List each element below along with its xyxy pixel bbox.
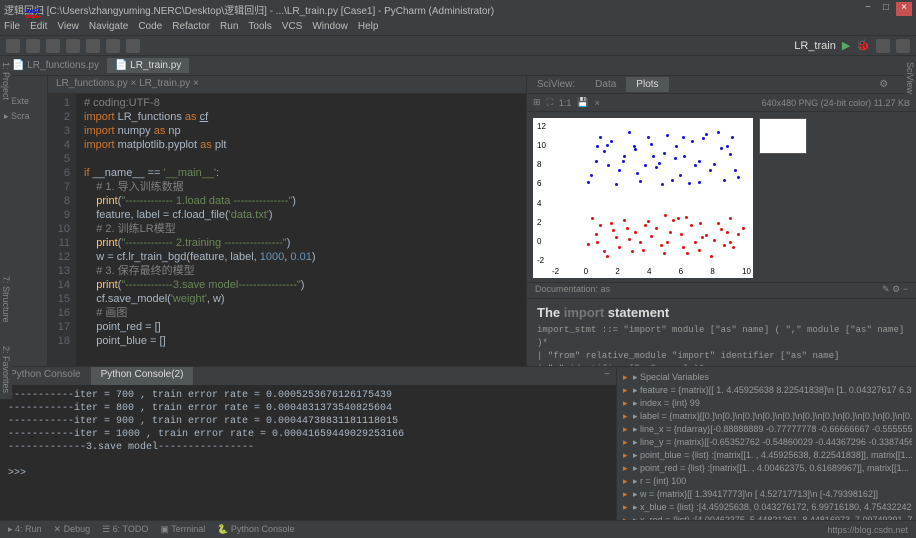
status-item[interactable]: ▣ Terminal: [160, 524, 205, 535]
cut-icon[interactable]: [86, 39, 100, 53]
plot-thumbnail[interactable]: [759, 118, 807, 154]
debug-icon[interactable]: 🐞: [856, 39, 870, 52]
stop-icon[interactable]: [876, 39, 890, 53]
menu-navigate[interactable]: Navigate: [89, 21, 128, 32]
doc-header: Documentation: as ✎ ⚙ −: [527, 282, 916, 298]
status-item[interactable]: 🐍 Python Console: [217, 524, 294, 535]
menu-view[interactable]: View: [57, 21, 79, 32]
favorites-tab[interactable]: 2: Favorites: [0, 340, 12, 399]
documentation-panel: The import statement import_stmt ::= "im…: [527, 298, 916, 366]
minimize-button[interactable]: −: [860, 2, 876, 16]
sciview-tabs: SciView: Data Plots ⚙ −: [527, 76, 916, 94]
redo-icon[interactable]: [66, 39, 80, 53]
sciview-label: SciView:: [527, 77, 585, 92]
hide-icon[interactable]: −: [598, 367, 616, 385]
var-row[interactable]: ▸▸ Special Variables: [621, 371, 912, 384]
maximize-button[interactable]: □: [878, 2, 894, 16]
title-bar: 逻辑回归 [C:\Users\zhangyuming.NERC\Desktop\…: [0, 0, 916, 18]
close-button[interactable]: ×: [896, 2, 912, 16]
breadcrumb: LR_functions.py × LR_train.py ×: [48, 76, 526, 94]
menu-tools[interactable]: Tools: [248, 21, 271, 32]
editor-tab[interactable]: 📄 LR_functions.py: [4, 58, 107, 73]
toolbar: LR_train ▶ 🐞: [0, 36, 916, 56]
menu-vcs[interactable]: VCS: [282, 21, 303, 32]
run-config[interactable]: LR_train: [794, 40, 836, 52]
var-row[interactable]: ▸▸ r = {int} 100: [621, 475, 912, 488]
tab-pyconsole[interactable]: Python Console: [0, 367, 91, 385]
fit-icon[interactable]: ⛶: [547, 97, 553, 108]
undo-icon[interactable]: [46, 39, 60, 53]
sidebar-item[interactable]: ▸ Scra: [2, 109, 45, 124]
status-item[interactable]: ✕ Debug: [54, 524, 91, 535]
menu-file[interactable]: File: [4, 21, 20, 32]
status-item[interactable]: ▸ 4: Run: [8, 524, 42, 535]
console-panel: Python Console Python Console(2) − -----…: [0, 367, 616, 520]
run-icon[interactable]: ▶: [842, 39, 850, 52]
doc-title: The import statement: [537, 305, 906, 320]
var-row[interactable]: ▸▸ x_blue = {list} :[4.45925638, 0.04327…: [621, 501, 912, 514]
plot-info: 640x480 PNG (24-bit color) 11.27 KB: [762, 98, 910, 108]
editor-pane: LR_functions.py × LR_train.py × 12345678…: [48, 76, 526, 366]
hide-icon[interactable]: −: [903, 284, 908, 297]
var-row[interactable]: ▸▸ line_y = {matrix}[[-0.65352762 -0.548…: [621, 436, 912, 449]
menu-bar: File Edit View Navigate Code Refactor Run Tools…: [0, 18, 916, 36]
copy-icon[interactable]: [106, 39, 120, 53]
console-tabs: Python Console Python Console(2) −: [0, 367, 616, 385]
plot-toolbar: ⊞ ⛶ 1:1 💾 × 640x480 PNG (24-bit color) 1…: [527, 94, 916, 112]
project-tool-tab[interactable]: 1: Project: [0, 56, 12, 106]
code-editor[interactable]: 123456789101112131415161718 # coding:UTF…: [48, 94, 526, 366]
paste-icon[interactable]: [126, 39, 140, 53]
structure-tab[interactable]: 7: Structure: [0, 270, 12, 329]
editor-tabs: 📄 LR_functions.py📄 LR_train.py: [0, 56, 916, 76]
tab-data[interactable]: Data: [585, 77, 626, 92]
var-row[interactable]: ▸▸ label = {matrix}[[0.]\n[0.]\n[0.]\n[0…: [621, 410, 912, 423]
grid-icon[interactable]: ⊞: [533, 97, 541, 108]
search-icon[interactable]: [896, 39, 910, 53]
menu-code[interactable]: Code: [138, 21, 162, 32]
tab-pyconsole2[interactable]: Python Console(2): [91, 367, 194, 385]
scatter-plot[interactable]: -20246810-2024681012: [533, 118, 753, 278]
gear-icon[interactable]: ⚙: [869, 77, 898, 92]
edit-icon[interactable]: ✎: [882, 284, 890, 297]
var-row[interactable]: ▸▸ feature = {matrix}[[ 1. 4.45925638 8.…: [621, 384, 912, 397]
tab-plots[interactable]: Plots: [626, 77, 668, 92]
gear-icon[interactable]: ⚙: [892, 284, 900, 297]
menu-edit[interactable]: Edit: [30, 21, 47, 32]
var-row[interactable]: ▸▸ w = {matrix}[[ 1.39417773]\n [ 4.5271…: [621, 488, 912, 501]
close-plot-icon[interactable]: ×: [595, 98, 600, 108]
menu-help[interactable]: Help: [358, 21, 379, 32]
var-row[interactable]: ▸▸ x_red = {list} :[4.00462375, 5.448212…: [621, 514, 912, 520]
sciview-tool-tab[interactable]: SciView: [904, 56, 916, 100]
editor-tab[interactable]: 📄 LR_train.py: [107, 58, 189, 73]
open-icon[interactable]: [6, 39, 20, 53]
var-row[interactable]: ▸▸ point_blue = {list} :[matrix[[1. , 4.…: [621, 449, 912, 462]
status-right: https://blog.csdn.net: [827, 525, 908, 535]
status-item[interactable]: ☰ 6: TODO: [102, 524, 148, 535]
save-plot-icon[interactable]: 💾: [577, 97, 588, 108]
plot-area: -20246810-2024681012: [527, 112, 916, 282]
var-row[interactable]: ▸▸ point_red = {list} :[matrix[[1. , 4.0…: [621, 462, 912, 475]
menu-refactor[interactable]: Refactor: [172, 21, 210, 32]
save-icon[interactable]: [26, 39, 40, 53]
window-title: 逻辑回归 [C:\Users\zhangyuming.NERC\Desktop\…: [4, 2, 858, 17]
status-bar: ▸ 4: Run ✕ Debug ☰ 6: TODO ▣ Terminal 🐍 Pyth…: [0, 520, 916, 538]
var-row[interactable]: ▸▸ line_x = {ndarray}[-0.88888889 -0.777…: [621, 423, 912, 436]
sciview-panel: SciView: Data Plots ⚙ − ⊞ ⛶ 1:1 💾 × 640x…: [526, 76, 916, 366]
var-row[interactable]: ▸▸ index = {int} 99: [621, 397, 912, 410]
menu-window[interactable]: Window: [312, 21, 348, 32]
variables-panel[interactable]: ▸▸ Special Variables▸▸ feature = {matrix…: [616, 367, 916, 520]
menu-run[interactable]: Run: [220, 21, 238, 32]
zoom-label[interactable]: 1:1: [559, 98, 572, 108]
